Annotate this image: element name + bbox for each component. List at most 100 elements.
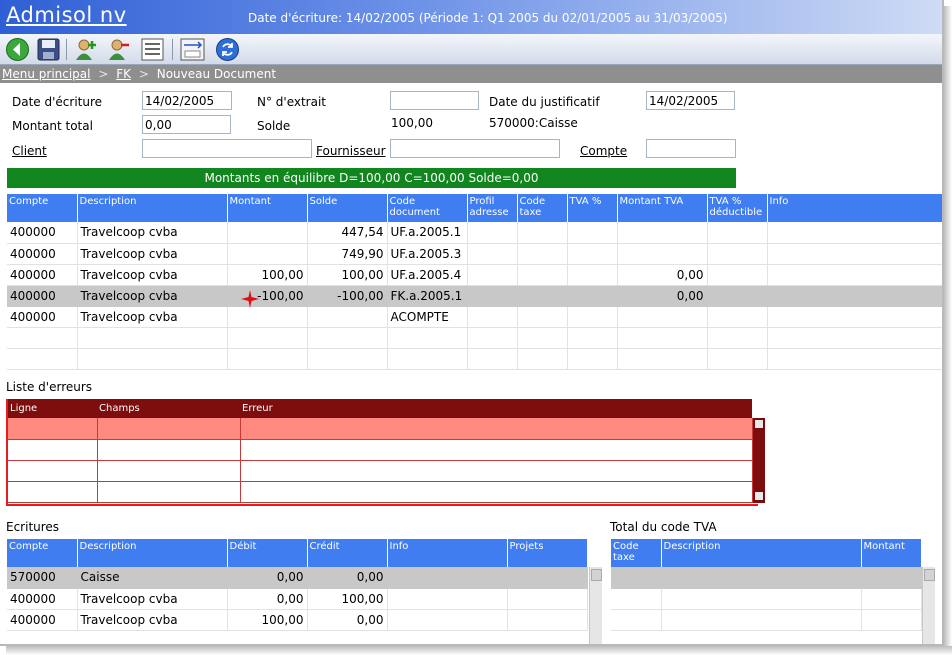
refresh-icon[interactable]: [215, 37, 240, 62]
table-cell[interactable]: [8, 418, 98, 440]
table-cell[interactable]: -100,00: [307, 285, 388, 307]
table-row[interactable]: [611, 588, 922, 610]
table-cell[interactable]: [861, 609, 922, 631]
table-cell[interactable]: [467, 306, 518, 328]
table-cell[interactable]: 100,00: [227, 609, 308, 631]
table-cell[interactable]: [307, 306, 388, 328]
table-cell[interactable]: [567, 243, 618, 265]
table-cell[interactable]: [240, 460, 753, 482]
table-cell[interactable]: 0,00: [227, 588, 308, 610]
table-cell[interactable]: Travelcoop cvba: [77, 222, 228, 244]
table-cell[interactable]: [767, 285, 942, 307]
table-cell[interactable]: [617, 222, 708, 244]
table-cell[interactable]: [240, 418, 753, 440]
remove-user-icon[interactable]: [107, 37, 132, 62]
client-field[interactable]: [142, 139, 312, 158]
extrait-field[interactable]: [390, 91, 479, 110]
table-cell[interactable]: [467, 327, 518, 349]
table-cell[interactable]: [567, 222, 618, 244]
column-header[interactable]: Ligne: [8, 399, 97, 418]
column-header[interactable]: TVA %: [567, 194, 618, 222]
table-cell[interactable]: Travelcoop cvba: [77, 243, 228, 265]
column-header[interactable]: Profil adresse: [467, 194, 518, 222]
table-cell[interactable]: [97, 418, 241, 440]
table-cell[interactable]: [77, 327, 228, 349]
column-header[interactable]: Montant: [861, 539, 922, 567]
column-header[interactable]: Montant TVA: [617, 194, 708, 222]
app-title[interactable]: Admisol nv: [6, 3, 127, 27]
error-list-scrollbar[interactable]: [753, 418, 765, 503]
table-cell[interactable]: [767, 306, 942, 328]
table-cell[interactable]: FK.a.2005.1: [387, 285, 468, 307]
table-cell[interactable]: UF.a.2005.4: [387, 264, 468, 286]
table-cell[interactable]: [387, 588, 508, 610]
column-header[interactable]: Compte: [7, 539, 78, 567]
column-header[interactable]: Débit: [227, 539, 308, 567]
table-cell[interactable]: [617, 348, 708, 370]
table-cell[interactable]: [611, 609, 662, 631]
column-header[interactable]: Info: [767, 194, 942, 222]
table-cell[interactable]: [707, 243, 768, 265]
table-cell[interactable]: [517, 306, 568, 328]
table-row[interactable]: [7, 348, 942, 370]
table-cell[interactable]: [517, 285, 568, 307]
table-cell[interactable]: -100,00: [227, 285, 308, 307]
table-row[interactable]: 400000 Travelcoop cvba 749,90 UF.a.2005.3: [7, 243, 942, 265]
table-row[interactable]: 400000 Travelcoop cvba 100,00 0,00: [7, 609, 588, 631]
column-header[interactable]: Description: [661, 539, 862, 567]
scroll-up-button[interactable]: [754, 419, 764, 429]
table-cell[interactable]: [467, 243, 518, 265]
table-cell[interactable]: [240, 481, 753, 503]
table-cell[interactable]: Travelcoop cvba: [77, 306, 228, 328]
client-link[interactable]: Client: [12, 144, 47, 158]
tva-total-scrollbar[interactable]: [922, 567, 935, 644]
table-cell[interactable]: [507, 588, 588, 610]
add-user-icon[interactable]: [74, 37, 99, 62]
table-cell[interactable]: [611, 588, 662, 610]
table-row[interactable]: 400000 Travelcoop cvba 447,54 UF.a.2005.1: [7, 222, 942, 244]
table-cell[interactable]: [227, 327, 308, 349]
column-header[interactable]: Crédit: [307, 539, 388, 567]
table-cell[interactable]: 100,00: [307, 264, 388, 286]
scroll-down-button[interactable]: [754, 491, 764, 501]
table-cell[interactable]: 0,00: [227, 567, 308, 589]
column-header[interactable]: Compte: [7, 194, 78, 222]
table-cell[interactable]: [567, 285, 618, 307]
table-cell[interactable]: [707, 306, 768, 328]
table-cell[interactable]: 570000: [7, 567, 78, 589]
table-cell[interactable]: 447,54: [307, 222, 388, 244]
table-cell[interactable]: [227, 222, 308, 244]
table-cell[interactable]: [567, 264, 618, 286]
table-cell[interactable]: [707, 348, 768, 370]
breadcrumb-section-link[interactable]: FK: [116, 67, 131, 81]
column-header[interactable]: Description: [77, 539, 228, 567]
table-cell[interactable]: [617, 306, 708, 328]
table-row[interactable]: [7, 327, 942, 349]
column-header[interactable]: Solde: [307, 194, 388, 222]
table-cell[interactable]: [517, 222, 568, 244]
table-cell[interactable]: 0,00: [307, 567, 388, 589]
table-cell[interactable]: [517, 264, 568, 286]
table-cell[interactable]: [467, 348, 518, 370]
table-cell[interactable]: [227, 243, 308, 265]
date-ecriture-field[interactable]: 14/02/2005: [142, 91, 232, 110]
table-cell[interactable]: [507, 567, 588, 589]
table-cell[interactable]: [227, 306, 308, 328]
column-header[interactable]: Champs: [97, 399, 240, 418]
table-cell[interactable]: [467, 285, 518, 307]
date-justificatif-field[interactable]: 14/02/2005: [646, 91, 735, 110]
table-row[interactable]: 400000 Travelcoop cvba ACOMPTE: [7, 306, 942, 328]
table-cell[interactable]: [567, 306, 618, 328]
table-cell[interactable]: 400000: [7, 306, 78, 328]
table-cell[interactable]: [8, 481, 98, 503]
table-cell[interactable]: [387, 609, 508, 631]
table-cell[interactable]: [767, 222, 942, 244]
table-row[interactable]: [611, 609, 922, 631]
table-cell[interactable]: ACOMPTE: [387, 306, 468, 328]
table-cell[interactable]: [517, 327, 568, 349]
table-row[interactable]: 400000 Travelcoop cvba 0,00 100,00: [7, 588, 588, 610]
table-cell[interactable]: [7, 348, 78, 370]
table-cell[interactable]: 400000: [7, 222, 78, 244]
column-header[interactable]: Code taxe: [517, 194, 568, 222]
table-cell[interactable]: [767, 264, 942, 286]
